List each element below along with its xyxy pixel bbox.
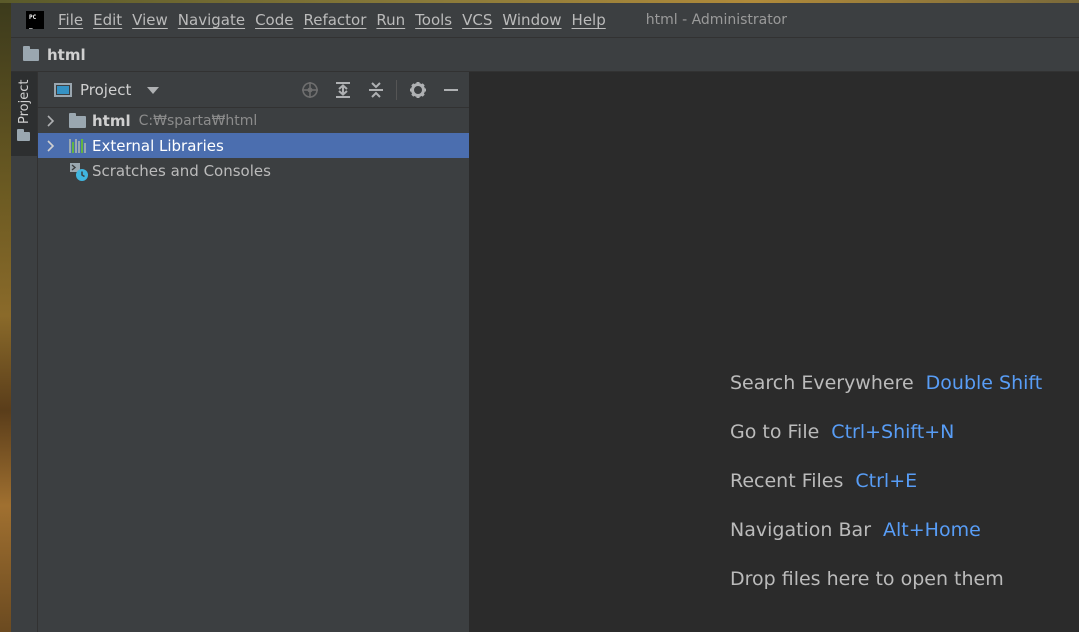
menu-help[interactable]: Help: [572, 11, 606, 29]
scratches-icon: [69, 162, 88, 181]
locate-icon[interactable]: [300, 80, 320, 100]
hint-shortcut[interactable]: Ctrl+Shift+N: [831, 421, 954, 443]
menu-navigate[interactable]: Navigate: [178, 11, 245, 29]
hint-navigation-bar: Navigation Bar Alt+Home: [730, 519, 1042, 568]
tree-item-scratches[interactable]: Scratches and Consoles: [38, 158, 469, 183]
breadcrumb-html[interactable]: html: [47, 46, 86, 64]
menu-code[interactable]: Code: [255, 11, 293, 29]
folder-icon: [69, 112, 86, 128]
hint-text: Recent Files: [730, 470, 844, 492]
hint-text: Go to File: [730, 421, 820, 443]
hide-panel-icon[interactable]: [441, 80, 461, 100]
tree-item-external-libraries[interactable]: External Libraries: [38, 133, 469, 158]
project-panel-actions: [287, 72, 461, 108]
menu-run[interactable]: Run: [376, 11, 405, 29]
menu-edit[interactable]: Edit: [93, 11, 122, 29]
hint-shortcut[interactable]: Double Shift: [926, 372, 1043, 394]
project-panel-header: Project: [38, 72, 469, 108]
menu-view[interactable]: View: [132, 11, 168, 29]
project-tool-tab-label: Project: [17, 79, 32, 124]
pycharm-logo-icon[interactable]: PC _: [26, 11, 44, 29]
tree-item-html[interactable]: html C:₩sparta₩html: [38, 108, 469, 133]
desktop-wallpaper: [0, 0, 11, 632]
hint-go-to-file: Go to File Ctrl+Shift+N: [730, 421, 1042, 470]
library-icon: [69, 138, 87, 153]
tool-window-strip: Project: [11, 72, 38, 632]
menu-window[interactable]: Window: [502, 11, 561, 29]
empty-editor-hints: Search Everywhere Double Shift Go to File…: [730, 372, 1042, 617]
hint-shortcut[interactable]: Ctrl+E: [855, 470, 917, 492]
menu-bar: PC _ File Edit View Navigate Code Refacto…: [11, 3, 1079, 37]
expand-all-icon[interactable]: [333, 80, 353, 100]
hint-search-everywhere: Search Everywhere Double Shift: [730, 372, 1042, 421]
project-tool-tab[interactable]: Project: [11, 72, 37, 156]
window-title: html - Administrator: [645, 12, 788, 28]
navigation-bar: html: [11, 37, 1079, 72]
toolbar-separator: [396, 80, 397, 100]
hint-text: Navigation Bar: [730, 519, 872, 541]
project-panel: Project html C:₩sparta₩html External Lib…: [38, 72, 470, 632]
hint-text: Drop files here to open them: [730, 568, 1004, 590]
hint-shortcut[interactable]: Alt+Home: [883, 519, 981, 541]
project-tree: html C:₩sparta₩html External Libraries S…: [38, 108, 469, 183]
folder-icon: [23, 45, 39, 61]
chevron-right-icon[interactable]: [47, 139, 57, 152]
hint-text: Search Everywhere: [730, 372, 914, 394]
project-view-icon: [54, 82, 72, 97]
hint-drop-files: Drop files here to open them: [730, 568, 1042, 617]
menu-vcs[interactable]: VCS: [462, 11, 492, 29]
menu-file[interactable]: File: [58, 11, 83, 29]
tree-item-path: C:₩sparta₩html: [138, 112, 258, 129]
gear-icon[interactable]: [408, 80, 428, 100]
hint-recent-files: Recent Files Ctrl+E: [730, 470, 1042, 519]
chevron-right-icon[interactable]: [47, 114, 57, 127]
project-panel-title[interactable]: Project: [80, 81, 131, 99]
tree-item-label: Scratches and Consoles: [92, 161, 271, 180]
folder-icon: [17, 129, 30, 141]
menu-refactor[interactable]: Refactor: [303, 11, 366, 29]
menu-tools[interactable]: Tools: [415, 11, 452, 29]
tree-item-label: External Libraries: [92, 136, 224, 155]
editor-area[interactable]: Search Everywhere Double Shift Go to File…: [470, 72, 1079, 632]
collapse-all-icon[interactable]: [366, 80, 386, 100]
chevron-down-icon[interactable]: [147, 87, 160, 94]
tree-item-label: html: [92, 111, 131, 130]
